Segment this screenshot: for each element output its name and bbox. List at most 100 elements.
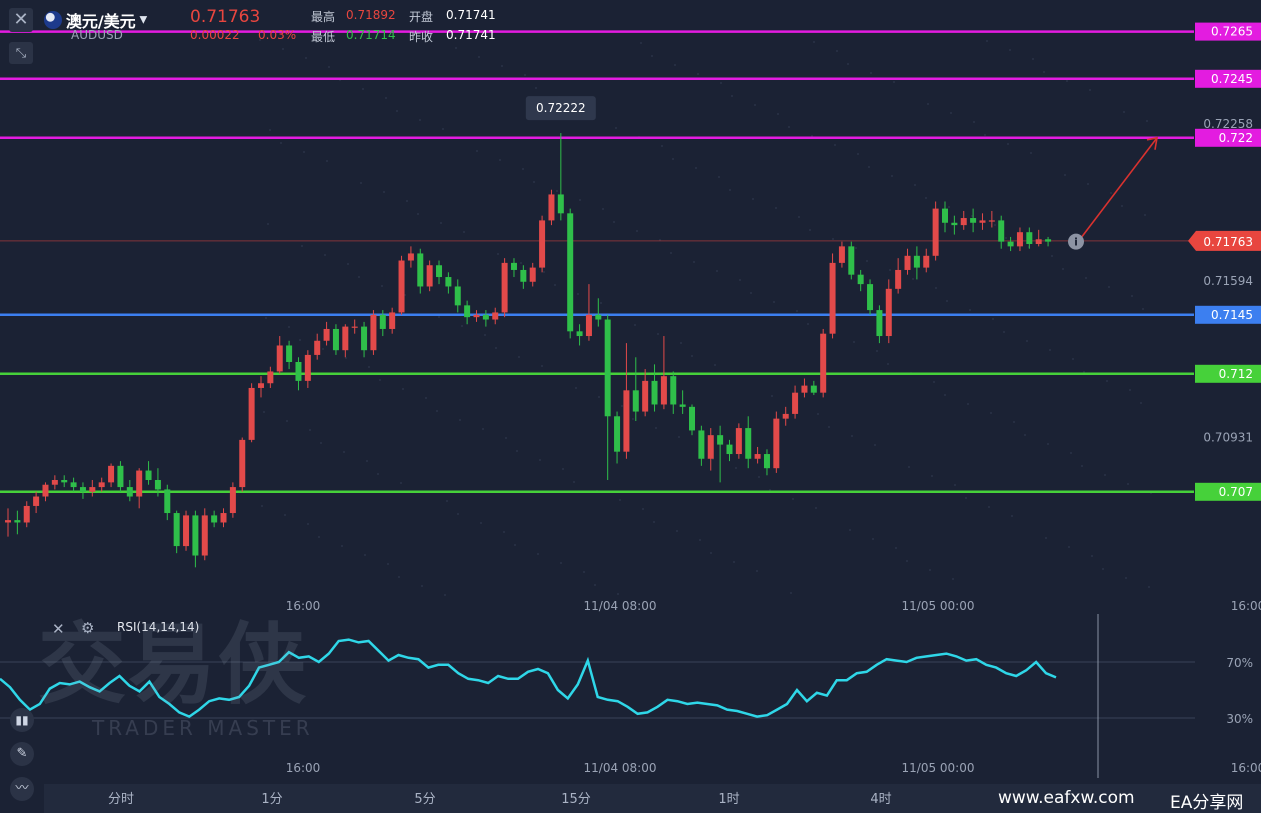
candle-body[interactable] (267, 371, 274, 384)
candle-body[interactable] (820, 333, 827, 393)
candle-body[interactable] (361, 326, 368, 351)
indicator-tool-button[interactable]: ▮▮ (10, 708, 34, 732)
candle-body[interactable] (679, 404, 686, 407)
candle-body[interactable] (211, 515, 218, 523)
trend-arrow[interactable] (1079, 137, 1158, 240)
candle-body[interactable] (79, 487, 86, 492)
candle-body[interactable] (482, 314, 489, 320)
candle-body[interactable] (342, 326, 349, 351)
candle-body[interactable] (1016, 232, 1023, 247)
candle-body[interactable] (857, 274, 864, 285)
candle-body[interactable] (942, 208, 948, 223)
candle-body[interactable] (810, 385, 817, 393)
tab-5min[interactable]: 5分 (395, 788, 455, 807)
candle-body[interactable] (14, 520, 21, 523)
candle-body[interactable] (389, 312, 396, 329)
candle-body[interactable] (1026, 232, 1033, 244)
candle-body[interactable] (754, 454, 761, 459)
candle-body[interactable] (895, 269, 902, 289)
candle-body[interactable] (548, 194, 555, 221)
candle-body[interactable] (454, 286, 461, 306)
candle-body[interactable] (304, 354, 311, 381)
candle-body[interactable] (89, 487, 96, 492)
candle-body[interactable] (276, 345, 283, 372)
candle-body[interactable] (295, 362, 302, 381)
candle-body[interactable] (923, 255, 930, 268)
candle-body[interactable] (557, 194, 564, 214)
candle-body[interactable] (576, 331, 583, 337)
candle-body[interactable] (932, 208, 939, 256)
candle-body[interactable] (417, 253, 424, 287)
candle-body[interactable] (257, 383, 264, 388)
candle-body[interactable] (520, 269, 527, 282)
candle-body[interactable] (529, 267, 536, 282)
candle-body[interactable] (398, 260, 405, 313)
candle-body[interactable] (970, 218, 977, 223)
candle-body[interactable] (792, 392, 799, 414)
candle-body[interactable] (763, 454, 770, 469)
candle-body[interactable] (801, 385, 808, 393)
candle-body[interactable] (61, 480, 68, 483)
candle-body[interactable] (239, 439, 246, 488)
candle-body[interactable] (70, 482, 77, 488)
tab-15min[interactable]: 15分 (546, 788, 606, 807)
candle-body[interactable] (567, 213, 574, 332)
tab-timeshare[interactable]: 分时 (91, 788, 151, 807)
candle-body[interactable] (464, 305, 471, 318)
candle-body[interactable] (848, 246, 855, 275)
candle-body[interactable] (126, 487, 133, 497)
close-chart-button[interactable]: ✕ (9, 8, 33, 32)
candle-body[interactable] (445, 277, 452, 287)
candle-body[interactable] (426, 265, 433, 287)
candle-body[interactable] (988, 220, 995, 222)
candle-body[interactable] (867, 284, 874, 311)
candle-body[interactable] (286, 345, 293, 362)
candle-body[interactable] (98, 482, 105, 488)
candle-body[interactable] (838, 246, 845, 263)
draw-tool-button[interactable]: ✎ (10, 742, 34, 766)
candle-body[interactable] (492, 312, 499, 320)
candle-body[interactable] (998, 220, 1005, 242)
candle-body[interactable] (314, 340, 321, 355)
candle-body[interactable] (154, 480, 161, 490)
candle-body[interactable] (1007, 241, 1014, 247)
candle-body[interactable] (145, 470, 152, 480)
line-tool-button[interactable]: 〰 (10, 777, 34, 801)
candle-body[interactable] (248, 387, 255, 440)
candle-body[interactable] (979, 220, 986, 223)
candle-body[interactable] (436, 265, 443, 278)
candle-body[interactable] (585, 314, 592, 337)
candle-body[interactable] (614, 416, 621, 452)
candle-body[interactable] (23, 505, 30, 523)
candle-body[interactable] (670, 376, 677, 405)
candle-body[interactable] (379, 314, 386, 329)
candle-body[interactable] (201, 515, 208, 556)
candle-body[interactable] (604, 319, 611, 417)
candle-body[interactable] (473, 314, 480, 318)
candle-body[interactable] (323, 328, 330, 341)
candle-body[interactable] (192, 515, 199, 556)
candle-body[interactable] (745, 428, 752, 459)
candle-body[interactable] (370, 314, 377, 351)
candle-body[interactable] (623, 390, 630, 452)
candle-body[interactable] (5, 520, 11, 523)
candle-body[interactable] (885, 288, 892, 337)
candle-body[interactable] (117, 465, 124, 488)
candle-body[interactable] (501, 262, 508, 313)
candle-body[interactable] (332, 328, 339, 351)
candle-body[interactable] (707, 435, 714, 459)
candle-body[interactable] (595, 314, 602, 320)
candle-body[interactable] (183, 515, 190, 547)
tab-1min[interactable]: 1分 (242, 788, 302, 807)
candle-body[interactable] (876, 310, 883, 337)
tab-1hour[interactable]: 1时 (699, 788, 759, 807)
candle-body[interactable] (51, 480, 58, 485)
candle-body[interactable] (108, 465, 115, 483)
candle-body[interactable] (717, 435, 724, 445)
candle-body[interactable] (660, 376, 667, 405)
candle-body[interactable] (539, 220, 546, 268)
candle-body[interactable] (651, 380, 658, 405)
candle-body[interactable] (42, 484, 49, 497)
candle-body[interactable] (632, 390, 639, 412)
candle-body[interactable] (510, 262, 517, 270)
